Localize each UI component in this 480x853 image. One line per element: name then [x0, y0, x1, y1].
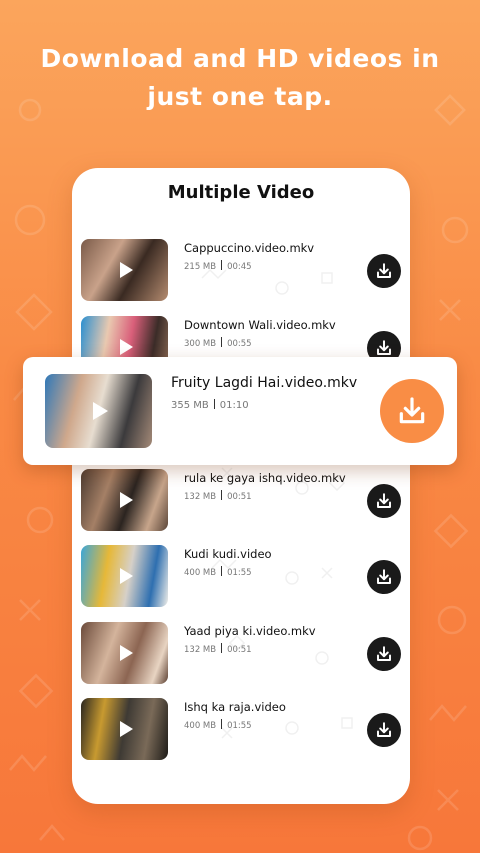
- video-duration: 00:45: [227, 262, 252, 272]
- video-meta: 400 MB 01:55: [184, 719, 252, 731]
- video-size: 355 MB: [171, 400, 209, 411]
- play-icon: [119, 492, 133, 508]
- headline-line-2: just one tap.: [147, 82, 333, 111]
- video-duration: 01:55: [227, 721, 252, 731]
- video-name: Cappuccino.video.mkv: [184, 241, 315, 255]
- video-meta: 132 MB 00:51: [184, 490, 252, 502]
- video-thumbnail[interactable]: [81, 239, 168, 301]
- download-icon: [377, 722, 391, 737]
- separator: [221, 260, 223, 270]
- download-button[interactable]: [367, 637, 401, 671]
- play-icon: [119, 262, 133, 278]
- video-size: 132 MB: [184, 492, 217, 502]
- download-icon: [399, 397, 425, 424]
- download-button[interactable]: [367, 254, 401, 288]
- play-icon: [119, 721, 133, 737]
- download-button[interactable]: [367, 484, 401, 518]
- separator: [221, 643, 223, 653]
- video-thumbnail[interactable]: [81, 698, 168, 760]
- video-thumbnail[interactable]: [45, 374, 152, 448]
- download-icon: [377, 263, 391, 278]
- download-button[interactable]: [367, 713, 401, 747]
- play-icon: [119, 645, 133, 661]
- video-thumbnail[interactable]: [81, 545, 168, 607]
- card-title: Multiple Video: [167, 182, 315, 203]
- download-icon: [377, 569, 391, 584]
- video-thumbnail[interactable]: [81, 622, 168, 684]
- separator: [213, 399, 215, 409]
- video-meta: 355 MB 01:10: [171, 399, 249, 411]
- headline: Download and HD videos in just one tap.: [0, 40, 480, 116]
- featured-video-card[interactable]: Fruity Lagdi Hai.video.mkv 355 MB 01:10: [23, 357, 457, 465]
- headline-line-1: Download and HD videos in: [40, 44, 440, 73]
- download-button[interactable]: [367, 560, 401, 594]
- video-name: Ishq ka raja.video: [184, 700, 286, 714]
- play-icon: [119, 568, 133, 584]
- video-name: Fruity Lagdi Hai.video.mkv: [171, 375, 358, 391]
- download-icon: [377, 493, 391, 508]
- video-name: Downtown Wali.video.mkv: [184, 318, 336, 332]
- list-item[interactable]: Cappuccino.video.mkv 215 MB 00:45: [81, 239, 401, 301]
- video-meta: 132 MB 00:51: [184, 643, 252, 655]
- video-name: rula ke gaya ishq.video.mkv: [184, 471, 346, 485]
- list-item[interactable]: Kudi kudi.video 400 MB 01:55: [81, 545, 401, 607]
- video-duration: 00:51: [227, 645, 252, 655]
- list-item[interactable]: Ishq ka raja.video 400 MB 01:55: [81, 698, 401, 760]
- play-icon: [92, 402, 108, 420]
- list-item[interactable]: rula ke gaya ishq.video.mkv 132 MB 00:51: [81, 469, 401, 531]
- video-duration: 01:10: [219, 400, 249, 411]
- video-meta: 300 MB 00:55: [184, 337, 252, 349]
- download-button[interactable]: [380, 379, 444, 443]
- video-size: 215 MB: [184, 262, 217, 272]
- video-thumbnail[interactable]: [81, 469, 168, 531]
- download-icon: [377, 646, 391, 661]
- separator: [221, 566, 223, 576]
- video-duration: 00:51: [227, 492, 252, 502]
- video-size: 400 MB: [184, 568, 217, 578]
- separator: [221, 337, 223, 347]
- play-icon: [119, 339, 133, 355]
- video-duration: 00:55: [227, 339, 252, 349]
- video-name: Yaad piya ki.video.mkv: [184, 624, 316, 638]
- video-size: 300 MB: [184, 339, 217, 349]
- video-name: Kudi kudi.video: [184, 547, 272, 561]
- list-item[interactable]: Yaad piya ki.video.mkv 132 MB 00:51: [81, 622, 401, 684]
- video-duration: 01:55: [227, 568, 252, 578]
- video-size: 400 MB: [184, 721, 217, 731]
- separator: [221, 490, 223, 500]
- separator: [221, 719, 223, 729]
- video-list-card: Multiple Video Cappuccino.video.mkv 215 …: [72, 168, 410, 804]
- video-meta: 400 MB 01:55: [184, 566, 252, 578]
- download-icon: [377, 340, 391, 355]
- video-meta: 215 MB 00:45: [184, 260, 252, 272]
- video-size: 132 MB: [184, 645, 217, 655]
